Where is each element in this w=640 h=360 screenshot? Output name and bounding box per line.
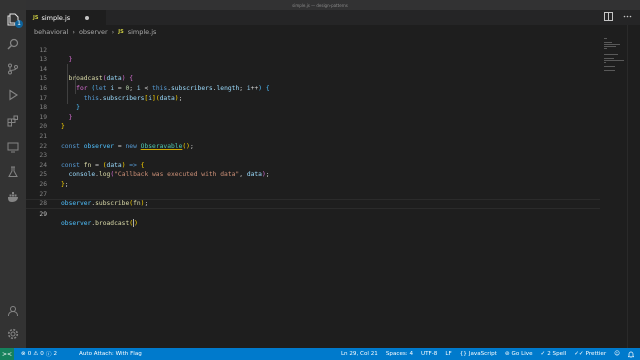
status-bar: >< ⊗ 0 ⚠ 0 ⓘ 2 Auto Attach: With Flag Ln… <box>0 348 640 360</box>
code-line: 28 <box>26 190 600 207</box>
prettier-status[interactable]: ✓✓ Prettier <box>574 351 606 357</box>
current-code-line: 29 observer.broadcast() <box>26 199 600 228</box>
remote-indicator[interactable]: >< <box>0 348 14 360</box>
activity-bar: 1 <box>0 0 26 348</box>
eol-label: LF <box>445 351 452 357</box>
indentation-status[interactable]: Spaces: 4 <box>386 351 413 357</box>
code-line: 23 const fn = (data) => { <box>26 142 600 169</box>
notifications-icon[interactable] <box>628 351 634 358</box>
encoding-status[interactable]: UTF-8 <box>421 351 437 357</box>
code-line: 20 <box>26 113 600 130</box>
code-line: 26 <box>26 170 600 188</box>
braces-icon: {} <box>459 351 467 357</box>
breadcrumb-folder[interactable]: behavioral <box>34 28 68 36</box>
code-line: 13 <box>26 46 600 63</box>
javascript-file-icon: JS <box>33 14 39 21</box>
eol-status[interactable]: LF <box>445 351 451 357</box>
window-title: simple.js — design-patterns <box>292 2 348 8</box>
spell-label: 2 Spell <box>547 351 567 357</box>
code-line: 16 this.subscribers[i](data); <box>26 74 600 102</box>
go-live-label: Go Live <box>511 351 533 357</box>
split-editor-icon[interactable] <box>604 12 613 23</box>
code-line: 24 console.log("Callback was executed wi… <box>26 151 600 179</box>
breadcrumb-file[interactable]: simple.js <box>128 28 157 36</box>
explorer-badge: 1 <box>15 20 23 28</box>
run-debug-icon[interactable] <box>5 87 21 103</box>
extensions-icon[interactable] <box>5 113 21 129</box>
tab-label: simple.js <box>41 13 71 22</box>
check-icon: ✓ <box>540 351 546 357</box>
unsaved-dot-icon[interactable] <box>85 15 90 20</box>
search-icon[interactable] <box>5 36 21 52</box>
testing-icon[interactable] <box>5 164 21 180</box>
error-count: 0 <box>27 351 32 357</box>
auto-attach-status[interactable]: Auto Attach: With Flag <box>79 351 142 357</box>
editor-actions <box>604 12 632 23</box>
code-line: 19 } <box>26 103 600 131</box>
cursor-position-label: Ln 29, Col 21 <box>340 351 378 357</box>
code-line: 22 <box>26 132 600 150</box>
docker-icon[interactable] <box>5 189 21 205</box>
account-icon[interactable] <box>5 303 21 319</box>
editor-tabs: JS simple.js <box>26 10 640 25</box>
gear-icon[interactable] <box>5 326 21 342</box>
code-line: 25 }; <box>26 161 600 188</box>
javascript-file-icon: JS <box>118 29 124 35</box>
source-control-icon[interactable] <box>5 61 21 77</box>
code-line: 17 } <box>26 84 600 112</box>
code-editor[interactable]: 12 } 13 14 broadcast(data) { 15 for (let… <box>26 36 600 348</box>
minimap[interactable] <box>600 36 628 76</box>
prettier-label: Prettier <box>585 351 607 357</box>
code-line: 12 } <box>26 36 600 64</box>
warning-count: 0 <box>40 351 44 357</box>
chevron-right-icon: › <box>72 28 75 36</box>
status-bar-right: Ln 29, Col 21 Spaces: 4 UTF-8 LF {} Java… <box>333 351 640 358</box>
title-bar: simple.js — design-patterns <box>0 0 640 10</box>
more-actions-icon[interactable] <box>623 12 632 23</box>
remote-icon: >< <box>1 350 13 358</box>
breadcrumb-subfolder[interactable]: observer <box>79 28 108 36</box>
tab-simple-js[interactable]: JS simple.js <box>26 10 106 25</box>
code-line: 15 for (let i = 0; i < this.subscribers.… <box>26 65 600 92</box>
language-label: JavaScript <box>468 351 497 357</box>
warning-icon: ⚠ <box>33 351 39 357</box>
code-line: 21 const observer = new Obseravable(); <box>26 122 600 150</box>
code-line: 18 } <box>26 94 600 121</box>
auto-attach-label: Auto Attach: With Flag <box>79 351 142 357</box>
language-mode[interactable]: {} JavaScript <box>460 351 497 357</box>
broadcast-icon: ⊚ <box>504 351 510 357</box>
info-count: 2 <box>53 351 57 357</box>
code-line: 14 broadcast(data) { <box>26 55 600 83</box>
chevron-right-icon: › <box>111 28 115 36</box>
files-icon[interactable]: 1 <box>5 11 23 28</box>
error-icon: ⊗ <box>21 351 26 357</box>
spell-check-status[interactable]: ✓ 2 Spell <box>541 351 567 357</box>
info-icon: ⓘ <box>45 352 52 358</box>
cursor-position[interactable]: Ln 29, Col 21 <box>341 351 378 357</box>
problems-indicator[interactable]: ⊗ 0 ⚠ 0 ⓘ 2 <box>21 350 57 358</box>
code-line: 27 observer.subscribe(fn); <box>26 180 600 208</box>
remote-explorer-icon[interactable] <box>5 139 21 155</box>
go-live-button[interactable]: ⊚ Go Live <box>505 351 533 357</box>
line-number: 29 <box>39 210 47 218</box>
check-all-icon: ✓✓ <box>574 351 584 357</box>
indentation-label: Spaces: 4 <box>385 351 414 357</box>
feedback-icon[interactable]: ☺ <box>614 351 620 357</box>
vertical-scrollbar[interactable] <box>627 25 640 348</box>
encoding-label: UTF-8 <box>421 351 438 357</box>
code-text: observer.broadcast() <box>61 219 138 228</box>
